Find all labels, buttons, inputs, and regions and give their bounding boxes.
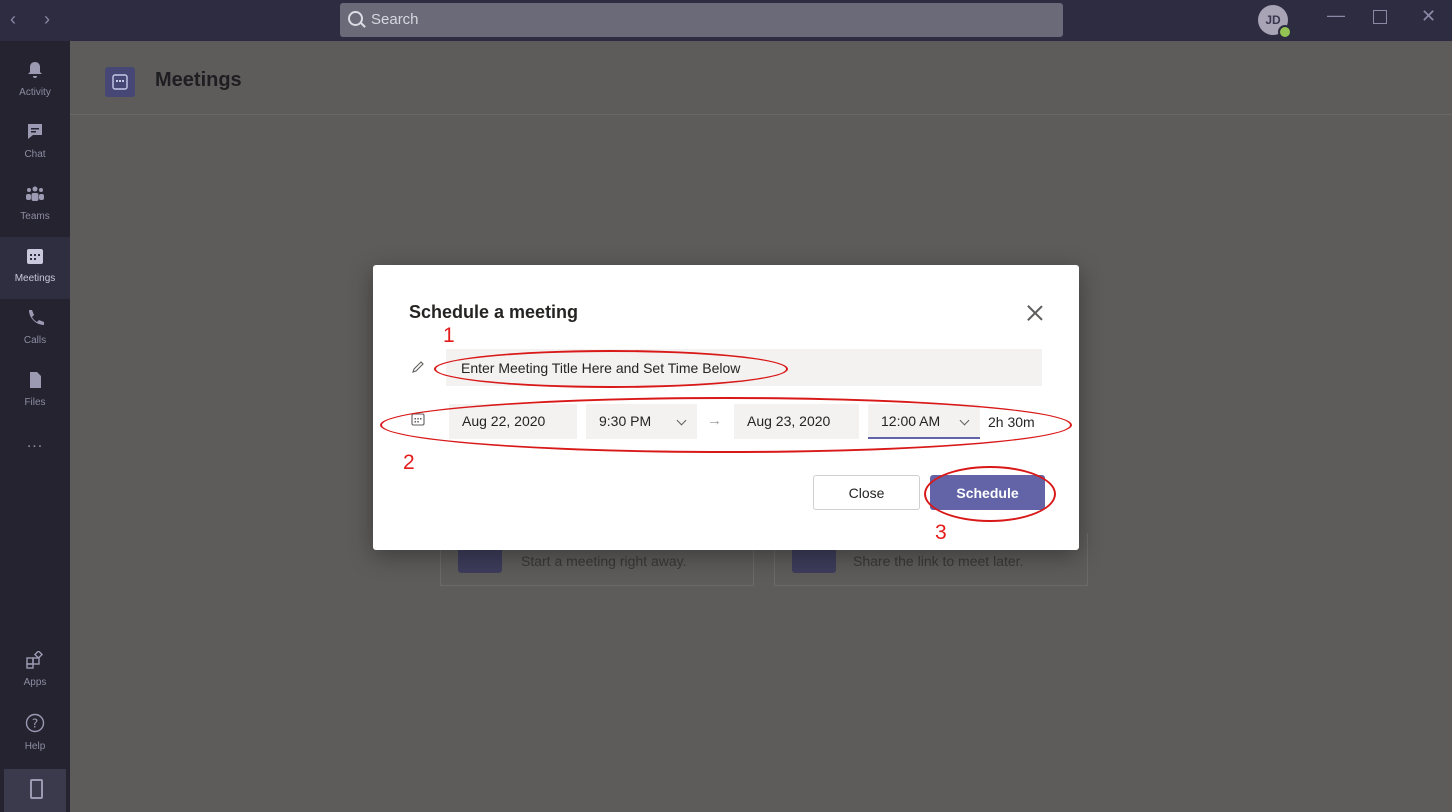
- apps-icon: [26, 651, 44, 669]
- sidebar-item-label: Teams: [20, 211, 50, 222]
- sidebar-item-label: Help: [24, 741, 46, 752]
- sidebar-item-more[interactable]: ...: [0, 434, 70, 474]
- sidebar-item-chat[interactable]: Chat: [0, 113, 70, 175]
- sidebar-item-teams[interactable]: Teams: [0, 175, 70, 237]
- sidebar-item-label: Chat: [24, 149, 46, 160]
- annotation-ellipse-schedule: [924, 466, 1056, 522]
- svg-text:?: ?: [32, 717, 38, 731]
- help-icon: ?: [25, 713, 45, 733]
- chevron-left-icon[interactable]: ‹: [10, 9, 16, 30]
- more-icon: ...: [26, 434, 44, 451]
- pencil-icon: [412, 361, 424, 373]
- annotation-ellipse-title: [434, 350, 788, 388]
- sidebar-item-meetings[interactable]: Meetings: [0, 237, 70, 299]
- sidebar-item-apps[interactable]: Apps: [0, 641, 70, 703]
- minimize-icon[interactable]: —: [1327, 5, 1345, 26]
- dialog-title: Schedule a meeting: [409, 302, 579, 322]
- close-icon[interactable]: [1025, 303, 1045, 323]
- page-title: Meetings: [155, 69, 242, 91]
- app-bar: Activity Chat Teams Meetings Calls Files…: [0, 41, 70, 812]
- sidebar-item-label: Meetings: [14, 273, 56, 284]
- page-header: Meetings: [70, 41, 1452, 115]
- search-icon: [348, 11, 363, 26]
- calendar-icon: [105, 67, 135, 97]
- annotation-number: 3: [935, 521, 947, 544]
- close-icon[interactable]: ✕: [1421, 6, 1436, 27]
- title-bar: ‹ › Search JD — ✕: [0, 0, 1452, 41]
- mobile-device-icon: [30, 779, 43, 799]
- maximize-icon[interactable]: [1373, 10, 1387, 24]
- mobile-app-button[interactable]: [4, 769, 66, 812]
- card-text: Share the link to meet later.: [853, 553, 1024, 569]
- chevron-right-icon[interactable]: ›: [44, 9, 50, 30]
- annotation-number: 1: [443, 324, 455, 347]
- annotation-number: 2: [403, 451, 415, 474]
- sidebar-item-help[interactable]: ? Help: [0, 703, 70, 765]
- card-text: Start a meeting right away.: [521, 553, 687, 569]
- teams-icon: [26, 186, 44, 201]
- search-placeholder: Search: [371, 11, 419, 28]
- chat-icon: [28, 124, 42, 139]
- sidebar-item-activity[interactable]: Activity: [0, 51, 70, 113]
- annotation-ellipse-datetime: [380, 397, 1072, 453]
- sidebar-item-files[interactable]: Files: [0, 361, 70, 423]
- sidebar-item-label: Activity: [19, 87, 51, 98]
- presence-available-icon: [1278, 25, 1292, 39]
- sidebar-item-calls[interactable]: Calls: [0, 299, 70, 361]
- close-button[interactable]: Close: [813, 475, 920, 510]
- sidebar-item-label: Calls: [23, 335, 47, 346]
- search-bar[interactable]: Search: [340, 3, 1063, 37]
- phone-icon: [29, 310, 44, 325]
- sidebar-item-label: Apps: [23, 677, 47, 688]
- bell-icon: [28, 62, 42, 78]
- calendar-icon: [27, 249, 43, 264]
- sidebar-item-label: Files: [24, 397, 46, 408]
- file-icon: [30, 372, 41, 388]
